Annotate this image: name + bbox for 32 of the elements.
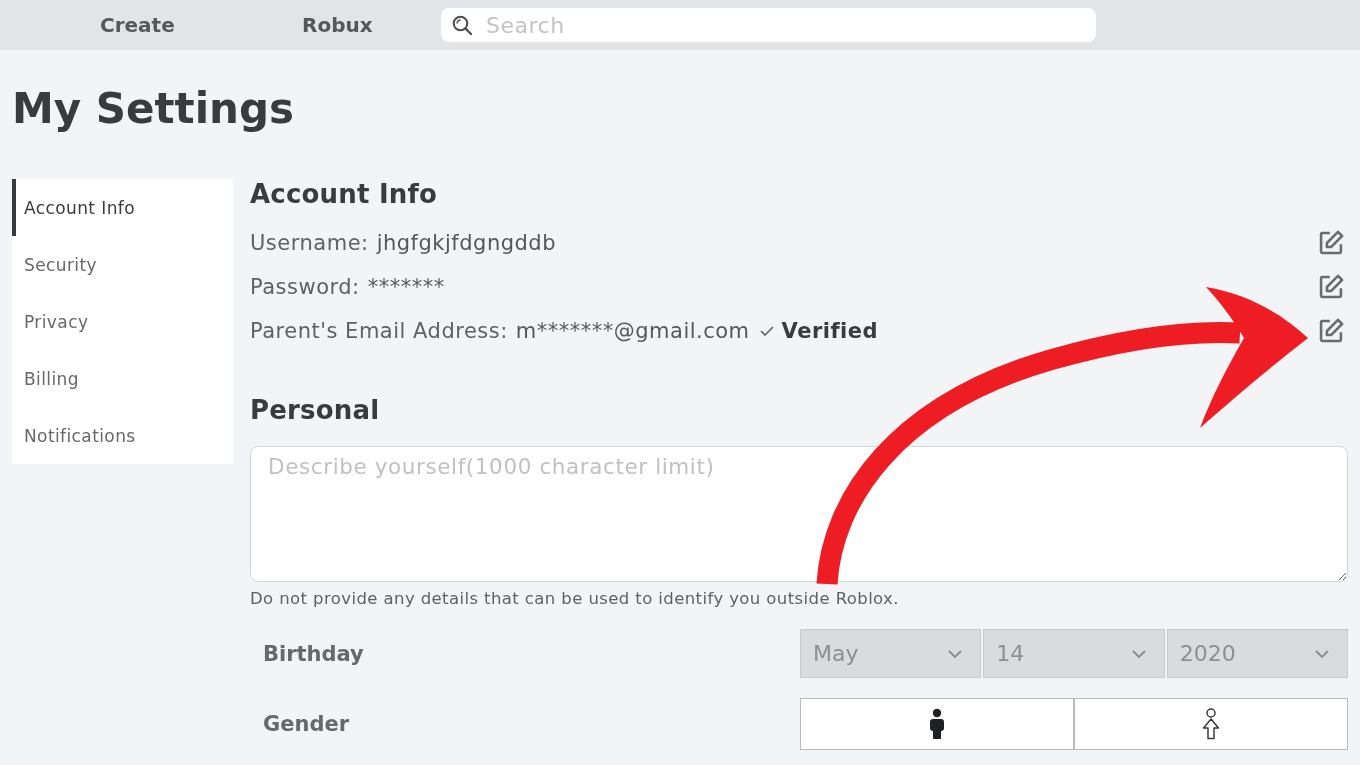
female-figure-icon bbox=[1202, 708, 1220, 740]
edit-icon bbox=[1317, 317, 1345, 345]
sidebar-item[interactable]: Account Info bbox=[12, 179, 233, 236]
edit-icon bbox=[1317, 273, 1345, 301]
field-label: Parent's Email Address: bbox=[250, 319, 508, 343]
section-heading: Account Info bbox=[250, 178, 439, 211]
verified-status: Verified bbox=[781, 319, 879, 343]
sidebar-item[interactable]: Security bbox=[12, 236, 233, 293]
check-icon bbox=[759, 326, 774, 336]
chevron-down-icon bbox=[1131, 649, 1146, 658]
male-figure-icon bbox=[929, 708, 945, 740]
sidebar-item[interactable]: Privacy bbox=[12, 293, 233, 350]
chevron-down-icon bbox=[1315, 649, 1329, 658]
field-value: m*******@gmail.com bbox=[515, 319, 750, 343]
sidebar-item[interactable]: Notifications bbox=[12, 407, 233, 464]
nav-link[interactable]: Robux bbox=[302, 13, 373, 37]
section-heading: Personal bbox=[250, 394, 381, 427]
field-value: ******* bbox=[367, 275, 445, 299]
about-field[interactable]: Describe yourself(1000 character limit) bbox=[250, 446, 1348, 582]
chevron-down-icon bbox=[948, 649, 963, 658]
search-field[interactable]: Search bbox=[441, 8, 1096, 42]
edit-icon bbox=[1317, 229, 1345, 257]
page-title: My Settings bbox=[11, 83, 296, 135]
form-label: Birthday bbox=[262, 641, 364, 666]
field-label: Password: bbox=[250, 275, 360, 299]
hint-text: Do not provide any details that can be used to identify you outside Roblox. bbox=[250, 590, 900, 608]
form-label: Gender bbox=[262, 712, 350, 736]
field-label: Username: bbox=[250, 231, 369, 255]
nav-link[interactable]: Create bbox=[100, 13, 175, 37]
sidebar-item[interactable]: Billing bbox=[12, 350, 233, 407]
search-icon bbox=[452, 15, 472, 35]
field-value: jhgfgkjfdgngddb bbox=[376, 231, 557, 255]
